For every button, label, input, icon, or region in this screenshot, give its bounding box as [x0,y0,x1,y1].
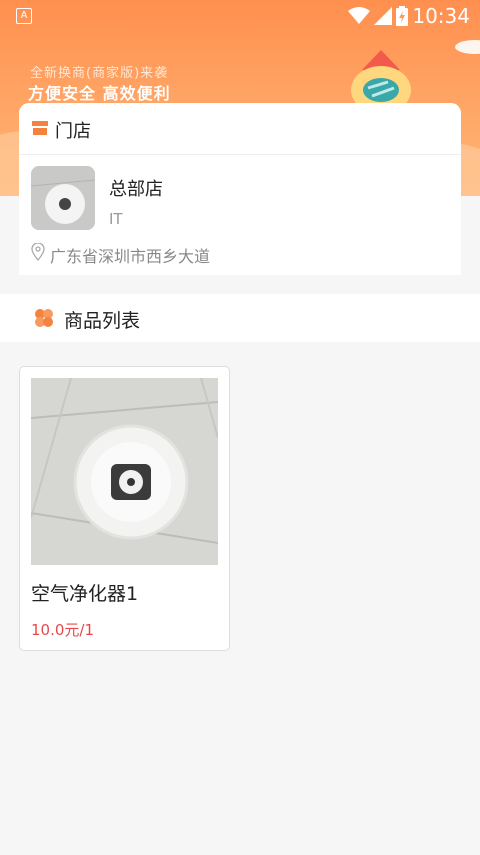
app-notification-icon: A [16,8,32,24]
product-card[interactable]: 空气净化器1 10.0元/1 [19,366,230,651]
store-address: 广东省深圳市西乡大道 [50,247,211,266]
shop-icon [32,121,48,135]
store-section-title: 门店 [55,121,91,142]
goods-section-title: 商品列表 [64,310,141,332]
signal-icon [374,7,392,25]
goods-section-header: 商品列表 [0,294,480,342]
rocket-icon [351,50,411,108]
hero-tagline: 全新换商(商家版)来袭 [30,66,169,81]
hero-slogan: 方便安全 高效便利 [28,84,171,103]
cloud-decoration [455,40,480,54]
product-price: 10.0元/1 [31,621,94,639]
store-section-header: 门店 [19,103,461,155]
store-name[interactable]: 总部店 [109,175,163,201]
product-image [31,378,218,565]
location-pin-icon [31,243,45,261]
product-name: 空气净化器1 [31,583,139,605]
store-photo [31,166,95,230]
status-icons [348,6,408,26]
status-time: 10:34 [412,4,470,28]
battery-icon [396,6,408,26]
store-card: 门店 总部店 IT 广东省深圳市西乡大道 [19,103,461,275]
store-category: IT [109,210,123,228]
air-purifier-photo [31,378,218,565]
store-thumbnail[interactable] [31,166,95,230]
wifi-icon [348,7,370,24]
product-list-icon [35,309,53,327]
status-bar: A 10:34 [0,0,480,32]
